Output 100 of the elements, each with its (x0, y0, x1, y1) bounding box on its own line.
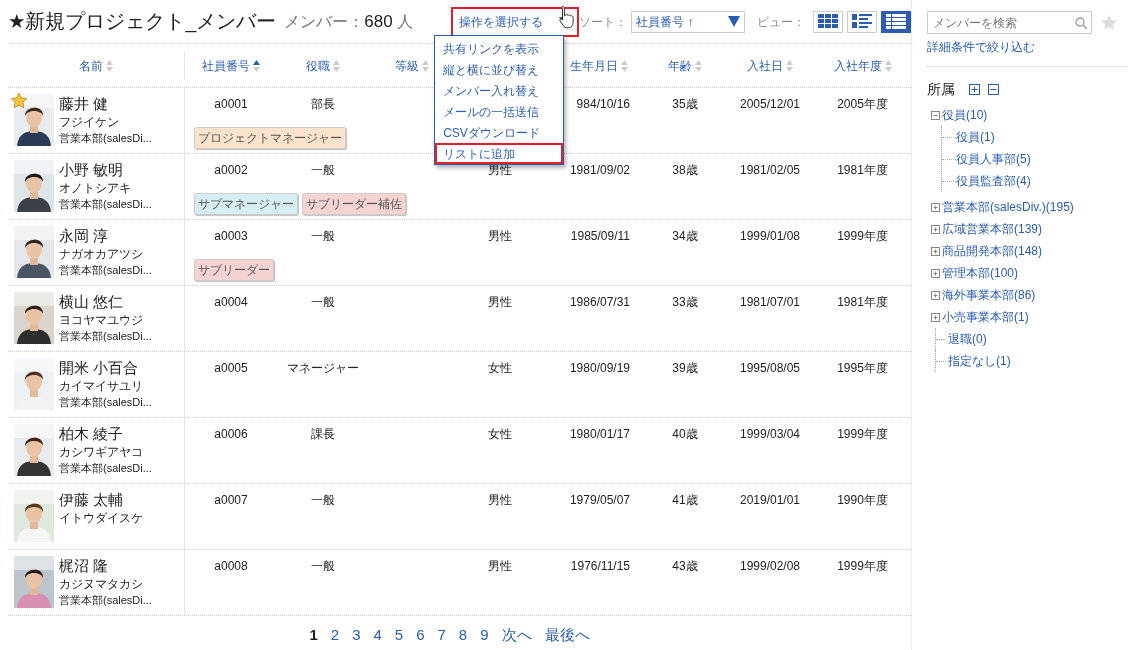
table-cell: 女性 (488, 361, 512, 375)
column-header[interactable]: 年齢 (668, 56, 692, 75)
expand-icon[interactable] (931, 268, 940, 278)
table-cell: 課長 (310, 427, 335, 441)
expand-icon[interactable] (931, 290, 940, 300)
role-tag: プロジェクトマネージャー (194, 127, 346, 149)
caret-icon (728, 16, 741, 27)
table-cell: マネージャー (286, 361, 359, 375)
member-kana: イトウダイスケ (59, 510, 143, 526)
member-department: 営業本部(salesDi... (59, 131, 152, 146)
member-kana: フジイケン (59, 114, 120, 130)
sort-select[interactable]: 社員番号 ↑ (631, 10, 746, 33)
member-name: 横山 悠仁 (59, 292, 125, 312)
search-icon[interactable] (1075, 17, 1087, 29)
page-link[interactable]: 5 (394, 624, 404, 647)
member-department: 営業本部(salesDi... (59, 329, 152, 344)
member-kana: カイマイサユリ (59, 378, 144, 394)
role-tag: サブマネージャー (194, 193, 298, 215)
table-cell: 1995/08/05 (739, 361, 801, 375)
expand-icon[interactable] (931, 246, 940, 256)
tree-item[interactable]: 広域営業本部(139) (942, 218, 1042, 240)
sort-icon[interactable] (253, 59, 260, 72)
page-link[interactable]: 4 (373, 624, 382, 647)
tree-item[interactable]: 役員人事部(5) (956, 148, 1031, 170)
table-cell: 一般 (310, 163, 335, 177)
tree-item[interactable]: 小売事業本部(1) (942, 306, 1029, 328)
expand-icon[interactable] (931, 202, 940, 212)
member-kana: オノトシアキ (59, 180, 132, 196)
table-cell: 1981年度 (837, 163, 888, 177)
table-cell: 1995年度 (837, 361, 888, 375)
table-cell: 43歳 (672, 559, 698, 573)
table-view-button[interactable] (881, 10, 912, 33)
list-view-icon (852, 14, 873, 29)
table-cell: 41歳 (672, 493, 698, 507)
table-cell: 男性 (488, 559, 512, 573)
column-header[interactable]: 社員番号 (202, 56, 250, 75)
table-cell: 1985/09/11 (570, 229, 630, 243)
tree-item[interactable]: 商品開発本部(148) (942, 240, 1042, 262)
grid-view-icon (818, 14, 839, 29)
page-link[interactable]: 9 (480, 624, 489, 647)
collapse-icon[interactable] (931, 110, 940, 120)
table-cell: 男性 (488, 493, 512, 507)
menu-item[interactable]: 縦と横に並び替え (435, 59, 564, 80)
last-page-link[interactable]: 最後へ (544, 624, 590, 647)
menu-item[interactable]: 共有リンクを表示 (435, 38, 564, 59)
menu-item[interactable]: メンバー入れ替え (435, 80, 564, 101)
filter-link[interactable]: 詳細条件で絞り込む (927, 38, 1035, 56)
table-cell: 2005/12/01 (739, 97, 801, 111)
column-header[interactable]: 等級 (394, 56, 419, 75)
menu-item[interactable]: リストに追加 (435, 143, 564, 164)
next-link[interactable]: 次へ (501, 624, 532, 647)
table-cell: 一般 (310, 295, 335, 309)
menu-item[interactable]: CSVダウンロード (435, 122, 564, 143)
member-name: 柏木 綾子 (59, 424, 125, 444)
column-header[interactable]: 役職 (305, 56, 330, 75)
table-cell: a0003 (214, 229, 248, 243)
column-header[interactable]: 生年月日 (570, 56, 618, 75)
view-label: ビュー： (757, 13, 806, 31)
member-kana: ナガオカアツシ (59, 246, 144, 262)
tree-item[interactable]: 退職(0) (948, 328, 987, 350)
table-cell: 1976/11/15 (570, 559, 630, 573)
table-cell: 1999/02/08 (739, 559, 801, 573)
page-link[interactable]: 2 (330, 624, 340, 647)
column-header[interactable]: 入社年度 (833, 56, 882, 75)
column-header[interactable]: 名前 (79, 56, 103, 75)
page-link[interactable]: 7 (437, 624, 446, 647)
tree-item[interactable]: 管理本部(100) (942, 262, 1018, 284)
tree-item[interactable]: 海外事業本部(86) (942, 284, 1036, 306)
menu-item[interactable]: メールの一括送信 (435, 101, 564, 122)
tree-item[interactable]: 指定なし(1) (948, 350, 1011, 372)
member-kana: カジヌマタカシ (59, 576, 144, 592)
table-cell: 1986/07/31 (569, 295, 630, 309)
member-department: 営業本部(salesDi... (59, 263, 152, 278)
table-cell: 一般 (310, 559, 335, 573)
table-cell: 1999/03/04 (739, 427, 801, 441)
tree-item[interactable]: 役員(1) (956, 126, 995, 148)
table-cell: 1979/05/07 (569, 493, 630, 507)
table-cell: 33歳 (672, 295, 698, 309)
member-name: 永岡 淳 (59, 226, 110, 246)
page-link[interactable]: 3 (352, 624, 361, 647)
tree-item[interactable]: 役員監査部(4) (956, 170, 1031, 192)
page-link[interactable]: 6 (416, 624, 425, 647)
tree-item[interactable]: 営業本部(salesDiv.)(195) (942, 196, 1074, 218)
search-field[interactable]: メンバーを検索 (927, 11, 1092, 34)
collapse-all-icon[interactable] (988, 84, 999, 95)
star-icon[interactable] (1100, 14, 1118, 31)
tree-item[interactable]: 役員(10) (942, 104, 988, 126)
page-link[interactable]: 1 (309, 624, 318, 647)
expand-icon[interactable] (931, 312, 940, 322)
grid-view-button[interactable] (813, 10, 844, 33)
sort-label: ソート： (579, 13, 628, 31)
page-link[interactable]: 8 (458, 624, 468, 647)
list-view-button[interactable] (847, 10, 878, 33)
expand-all-icon[interactable] (969, 84, 980, 95)
table-cell: 一般 (310, 493, 335, 507)
member-department: 営業本部(salesDi... (59, 395, 152, 410)
expand-icon[interactable] (931, 224, 940, 234)
column-header[interactable]: 入社日 (747, 56, 783, 75)
member-department: 営業本部(salesDi... (59, 593, 152, 608)
table-cell: a0002 (214, 163, 248, 177)
